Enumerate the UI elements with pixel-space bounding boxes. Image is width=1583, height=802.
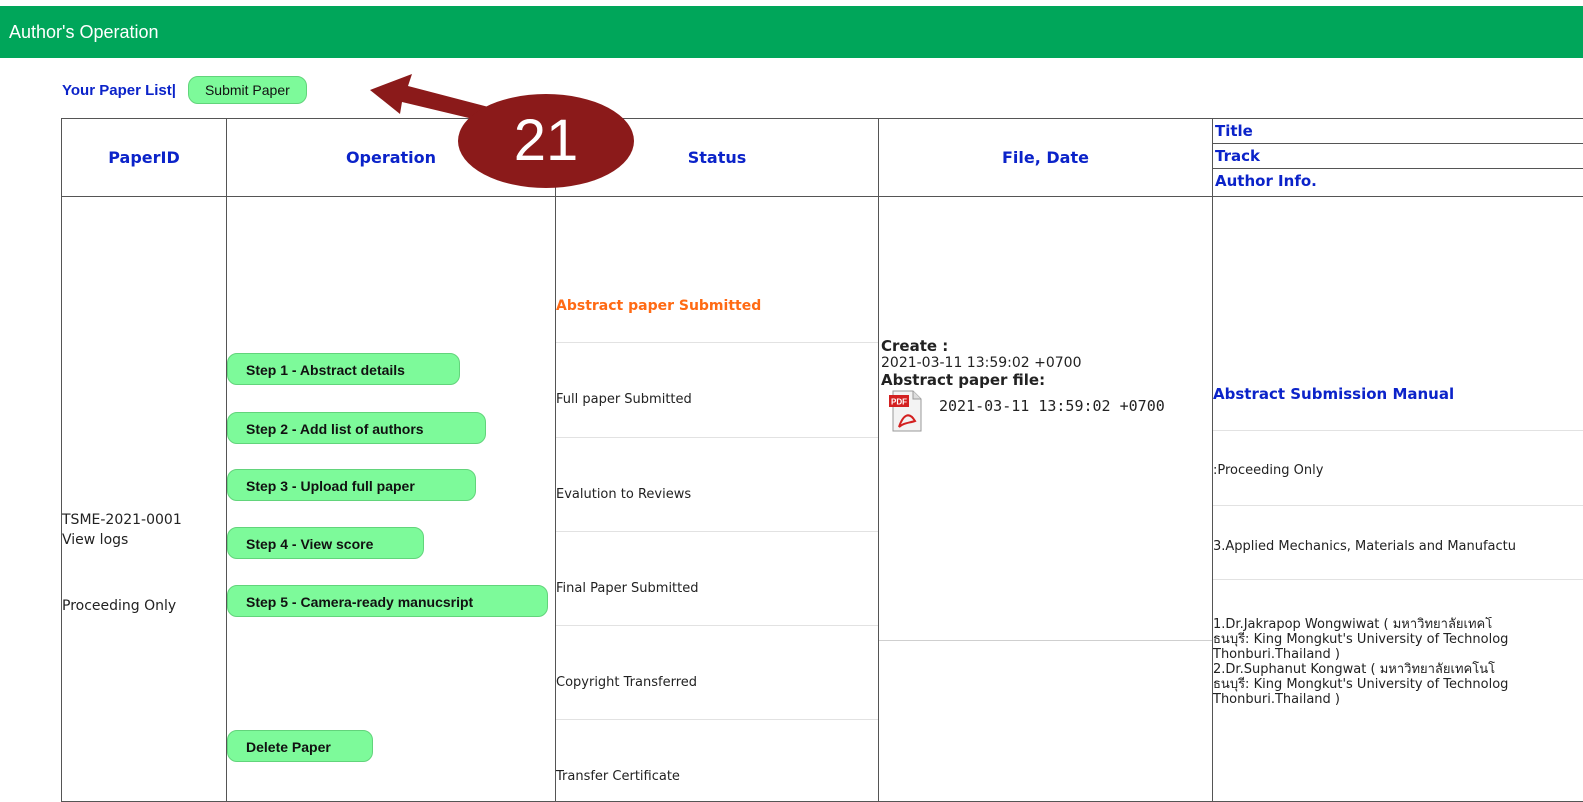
- author-2-line-3: Thonburi.Thailand ): [1213, 692, 1583, 707]
- delete-paper-button[interactable]: Delete Paper: [227, 730, 373, 762]
- author-list: 1.Dr.Jakrapop Wongwiwat ( มหาวิทยาลัยเทค…: [1213, 617, 1583, 707]
- table-row: TSME-2021-0001 View logs Proceeding Only…: [62, 197, 1583, 802]
- header-paperid: PaperID: [62, 119, 227, 197]
- file-date-cell: Create : 2021-03-11 13:59:02 +0700 Abstr…: [879, 197, 1213, 802]
- author-2-line-1: 2.Dr.Suphanut Kongwat ( มหาวิทยาลัยเทคโน…: [1213, 662, 1583, 677]
- author-1-line-2: ธนบุรี: King Mongkut's University of Tec…: [1213, 632, 1583, 647]
- status-transfer-certificate: Transfer Certificate: [556, 768, 878, 786]
- author-1-line-3: Thonburi.Thailand ): [1213, 647, 1583, 662]
- track-name: 3.Applied Mechanics, Materials and Manuf…: [1213, 539, 1583, 554]
- status-evaluation: Evalution to Reviews: [556, 486, 878, 504]
- abstract-file-label: Abstract paper file:: [881, 371, 1082, 389]
- abstract-file-date[interactable]: 2021-03-11 13:59:02 +0700: [939, 397, 1165, 415]
- track-type: :Proceeding Only: [1213, 463, 1583, 478]
- paper-table: PaperID Operation Status File, Date Titl…: [61, 118, 1583, 802]
- header-track: Track: [1213, 144, 1583, 169]
- svg-text:PDF: PDF: [891, 398, 907, 407]
- paper-list-bar: Your Paper List| Submit Paper: [62, 76, 307, 104]
- header-file-date: File, Date: [879, 119, 1213, 197]
- step3-button[interactable]: Step 3 - Upload full paper: [227, 469, 476, 501]
- step2-button[interactable]: Step 2 - Add list of authors: [227, 412, 486, 444]
- pdf-icon[interactable]: PDF: [887, 389, 923, 433]
- status-copyright: Copyright Transferred: [556, 674, 878, 692]
- status-abstract-submitted: Abstract paper Submitted: [556, 297, 878, 315]
- callout-badge: 21: [458, 94, 634, 188]
- step4-button[interactable]: Step 4 - View score: [227, 527, 424, 559]
- create-date: 2021-03-11 13:59:02 +0700: [881, 355, 1082, 371]
- submit-paper-button[interactable]: Submit Paper: [188, 76, 307, 104]
- info-cell: Abstract Submission Manual :Proceeding O…: [1213, 197, 1583, 802]
- paperid-cell: TSME-2021-0001 View logs Proceeding Only: [62, 197, 227, 802]
- header-title: Title: [1213, 119, 1583, 144]
- status-final-paper: Final Paper Submitted: [556, 580, 878, 598]
- step1-button[interactable]: Step 1 - Abstract details: [227, 353, 460, 385]
- header-meta: Title Track Author Info.: [1213, 119, 1583, 197]
- paper-list-title: Your Paper List|: [62, 82, 176, 99]
- table-header-row: PaperID Operation Status File, Date Titl…: [62, 119, 1583, 197]
- author-2-line-2: ธนบุรี: King Mongkut's University of Tec…: [1213, 677, 1583, 692]
- page-header: Author's Operation: [0, 6, 1583, 58]
- operation-cell: Step 1 - Abstract details Step 2 - Add l…: [227, 197, 556, 802]
- view-logs-link[interactable]: View logs: [62, 530, 226, 550]
- header-author-info: Author Info.: [1213, 169, 1583, 193]
- paper-id: TSME-2021-0001: [62, 510, 226, 530]
- author-1-line-1: 1.Dr.Jakrapop Wongwiwat ( มหาวิทยาลัยเทค…: [1213, 617, 1583, 632]
- paper-type: Proceeding Only: [62, 596, 176, 616]
- status-full-paper: Full paper Submitted: [556, 391, 878, 409]
- step5-button[interactable]: Step 5 - Camera-ready manucsript: [227, 585, 548, 617]
- create-label: Create :: [881, 337, 1082, 355]
- status-cell: Abstract paper Submitted Full paper Subm…: [556, 197, 879, 802]
- abstract-manual-link[interactable]: Abstract Submission Manual: [1213, 387, 1583, 402]
